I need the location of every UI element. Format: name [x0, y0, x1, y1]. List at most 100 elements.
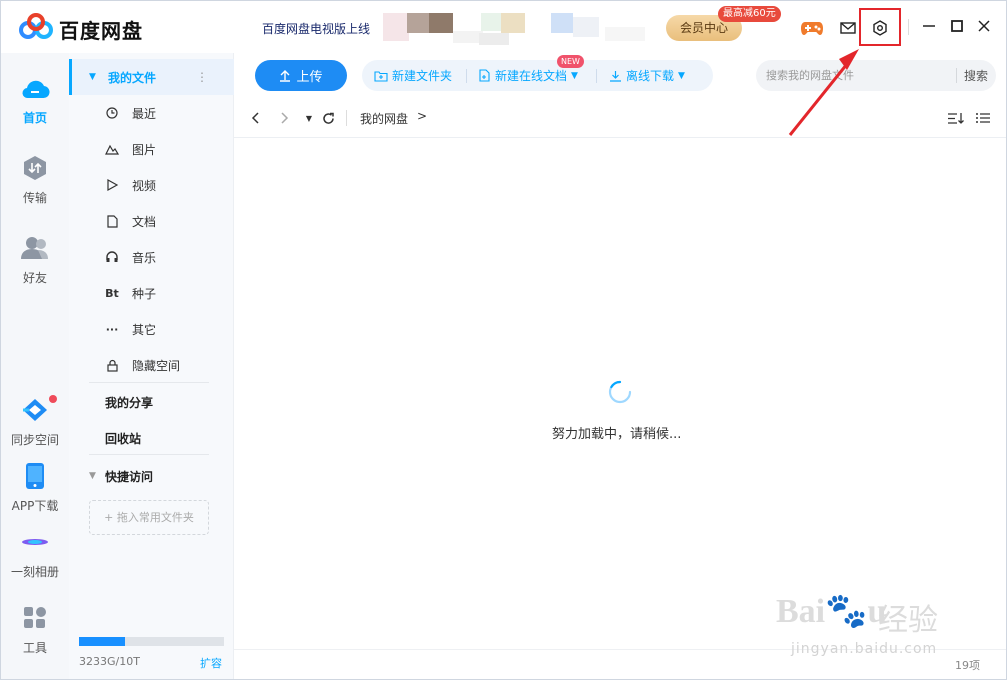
minimize-icon[interactable]: [918, 15, 940, 37]
sidebar-divider: [89, 454, 209, 455]
rail-label: 首页: [22, 111, 47, 125]
more-options-icon[interactable]: ⋮: [196, 70, 208, 84]
breadcrumb-separator: >: [417, 109, 428, 123]
download-icon: [610, 70, 621, 82]
history-dropdown-icon[interactable]: ▼: [300, 108, 318, 128]
sidebar: ▼ 我的文件 ⋮ 最近 图片 视频 文档 音乐 Bt 种子 ··· 其它 隐藏空…: [69, 53, 234, 679]
forward-arrow-icon[interactable]: [276, 108, 294, 128]
sidebar-item-music[interactable]: 音乐: [69, 239, 234, 275]
sidebar-item-label: 音乐: [132, 250, 157, 265]
blurred-banner: [383, 9, 683, 45]
transfer-icon: [20, 153, 50, 183]
sidebar-item-hidden-space[interactable]: 隐藏空间: [69, 347, 234, 383]
sort-icon[interactable]: [946, 108, 964, 128]
baidu-netdisk-logo-icon: [19, 13, 53, 39]
storage-progress-fill: [79, 637, 126, 646]
sidebar-item-others[interactable]: ··· 其它: [69, 311, 234, 347]
rail-label: 工具: [22, 641, 47, 655]
breadcrumb-root[interactable]: 我的网盘: [360, 110, 408, 127]
bt-icon: Bt: [105, 286, 119, 300]
baidu-netdisk-window: 百度网盘 百度网盘电视版上线 会员中心 最高减60元 首页 传输 好友 同步空间…: [0, 0, 1007, 680]
refresh-icon[interactable]: [319, 108, 337, 128]
rail-item-app-download[interactable]: APP下载: [1, 461, 69, 514]
my-files-label: 我的文件: [108, 70, 157, 85]
sidebar-item-documents[interactable]: 文档: [69, 203, 234, 239]
new-online-doc-label: 新建在线文档: [495, 69, 568, 83]
navigation-bar: ▼ 我的网盘 >: [234, 98, 1006, 138]
caret-down-icon: ▼: [89, 72, 96, 82]
back-arrow-icon[interactable]: [246, 108, 264, 128]
game-icon[interactable]: [801, 17, 823, 39]
dropdown-caret-icon: ▼: [571, 70, 578, 81]
sidebar-divider: [89, 382, 209, 383]
sidebar-item-label: 其它: [132, 322, 157, 337]
tools-icon: [20, 603, 50, 633]
headphones-icon: [104, 251, 120, 263]
sidebar-item-label: 视频: [132, 178, 157, 193]
rail-item-transfer[interactable]: 传输: [1, 153, 69, 206]
left-rail: 首页 传输 好友 同步空间 APP下载 一刻相册 工具: [1, 53, 69, 679]
sidebar-item-label: 隐藏空间: [132, 358, 181, 373]
sidebar-item-torrents[interactable]: Bt 种子: [69, 275, 234, 311]
loading-spinner-icon: [608, 380, 632, 404]
new-folder-label: 新建文件夹: [392, 69, 453, 83]
phone-icon: [20, 461, 50, 491]
search-input[interactable]: [766, 66, 946, 85]
storage-progress-bar: [79, 637, 224, 646]
new-folder-button[interactable]: 新建文件夹: [374, 60, 452, 91]
close-icon[interactable]: [973, 15, 995, 37]
sidebar-item-my-share[interactable]: 我的分享: [105, 394, 153, 411]
caret-down-icon: ▼: [89, 471, 96, 481]
new-doc-icon: [479, 69, 490, 82]
list-view-icon[interactable]: [974, 108, 992, 128]
rail-item-tools[interactable]: 工具: [1, 603, 69, 656]
expand-storage-link[interactable]: 扩容: [200, 655, 222, 671]
navbar-divider: [346, 110, 347, 126]
search-button[interactable]: 搜索: [964, 67, 988, 84]
sidebar-item-label: 图片: [132, 142, 157, 157]
clock-icon: [104, 107, 120, 119]
watermark-logo-text: 经验: [878, 603, 938, 638]
video-icon: [104, 179, 120, 191]
baidu-jingyan-watermark-logo: Bai🐾u: [776, 593, 887, 630]
rail-label: 一刻相册: [10, 565, 59, 579]
album-icon: [20, 527, 50, 557]
rail-label: 传输: [22, 191, 47, 205]
rail-item-friends[interactable]: 好友: [1, 233, 69, 286]
rail-item-sync-space[interactable]: 同步空间: [1, 395, 69, 448]
sync-icon: [20, 395, 50, 425]
offline-download-button[interactable]: 离线下载 ▼: [609, 60, 685, 91]
sidebar-item-recycle-bin[interactable]: 回收站: [105, 430, 141, 447]
toolbar-divider: [466, 69, 467, 83]
lock-icon: [104, 359, 120, 372]
sidebar-item-recent[interactable]: 最近: [69, 95, 234, 131]
maximize-icon[interactable]: [946, 15, 968, 37]
dropdown-caret-icon: ▼: [678, 70, 685, 81]
item-count: 19项: [955, 659, 980, 672]
sidebar-item-my-files[interactable]: ▼ 我的文件 ⋮: [69, 59, 234, 95]
friends-icon: [20, 233, 50, 263]
drop-folder-zone[interactable]: + 拖入常用文件夹: [89, 500, 209, 535]
rail-item-home[interactable]: 首页: [1, 73, 69, 126]
notification-dot: [49, 395, 57, 403]
settings-icon[interactable]: [869, 17, 891, 39]
sidebar-item-images[interactable]: 图片: [69, 131, 234, 167]
rail-label: APP下载: [11, 499, 59, 513]
new-badge: NEW: [557, 55, 584, 68]
rail-label: 好友: [22, 271, 47, 285]
mail-icon[interactable]: [837, 17, 859, 39]
sidebar-item-quick-access[interactable]: 快捷访问: [105, 468, 153, 485]
upload-label: 上传: [296, 70, 323, 85]
image-icon: [104, 143, 120, 155]
toolbar-divider: [596, 69, 597, 83]
sidebar-item-label: 文档: [132, 214, 157, 229]
tv-promo-link[interactable]: 百度网盘电视版上线: [262, 20, 370, 37]
upload-icon: [280, 69, 291, 82]
storage-usage-text: 3233G/10T: [79, 655, 140, 668]
cloud-icon: [20, 73, 50, 103]
sidebar-item-label: 最近: [132, 106, 157, 121]
upload-button[interactable]: 上传: [255, 60, 347, 91]
rail-item-album[interactable]: 一刻相册: [1, 527, 69, 580]
sidebar-item-videos[interactable]: 视频: [69, 167, 234, 203]
rail-label: 同步空间: [10, 433, 59, 447]
